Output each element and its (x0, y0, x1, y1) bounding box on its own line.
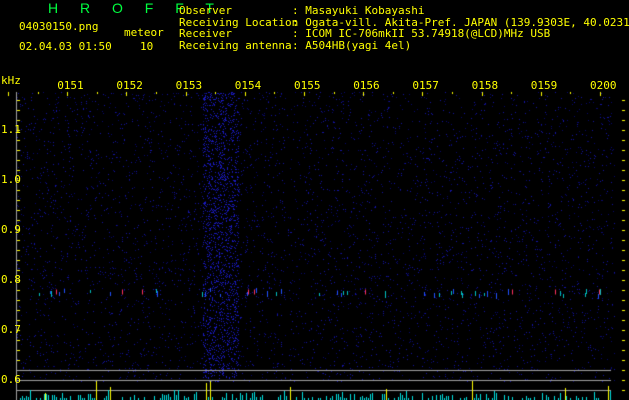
x-tick-label: 0152 (116, 79, 143, 92)
y-tick-label: 1.1 (1, 123, 21, 136)
y-tick-label: 1.0 (1, 173, 21, 186)
x-tick-label: 0157 (412, 79, 439, 92)
meteor-label: meteor (124, 26, 164, 39)
info-value: : A504HB(yagi 4el) (292, 38, 412, 52)
x-tick-label: 0158 (471, 79, 499, 92)
x-tick-label: 0151 (57, 79, 84, 92)
x-tick-label: 0155 (294, 79, 321, 92)
x-tick-label: 0156 (353, 79, 380, 92)
filename: 04030150.png (19, 20, 99, 33)
datetime: 02.04.03 01:50 (19, 40, 112, 53)
x-tick-label: 0159 (530, 79, 558, 92)
info-label: Receiving antenna (179, 38, 292, 52)
y-tick-label: 0.8 (1, 273, 21, 286)
x-tick-label: 0154 (234, 79, 262, 92)
y-tick-label: 0.6 (1, 373, 21, 386)
x-tick-label: 0200 (590, 79, 617, 92)
meteor-count: 10 (140, 40, 154, 53)
x-tick-label: 0153 (175, 79, 203, 92)
y-axis-label: kHz (1, 74, 21, 87)
spectrogram-plot (0, 0, 629, 400)
y-tick-label: 0.9 (1, 223, 21, 236)
y-tick-label: 0.7 (1, 323, 21, 336)
